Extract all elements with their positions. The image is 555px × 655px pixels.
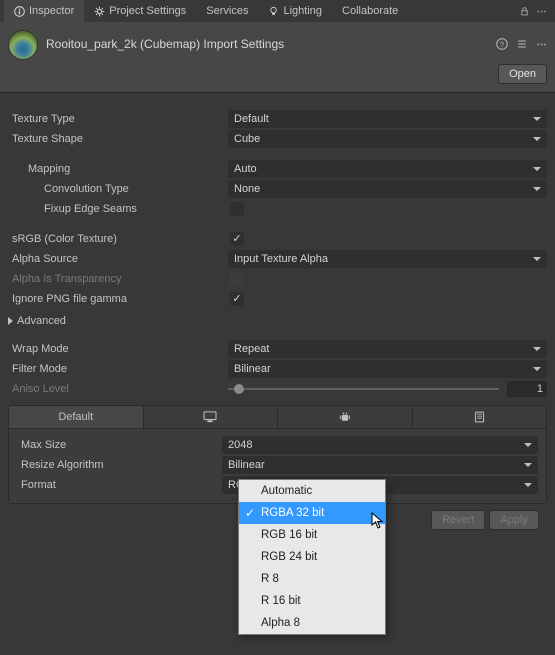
lightbulb-icon [268, 6, 279, 17]
tab-label: Project Settings [109, 5, 186, 17]
dropdown-value: 2048 [228, 439, 252, 451]
menu-item[interactable]: Automatic [239, 480, 385, 502]
tab-inspector[interactable]: Inspector [4, 0, 84, 22]
label-max-size: Max Size [17, 439, 222, 451]
foldout-advanced[interactable]: Advanced [8, 313, 547, 329]
dropdown-convolution[interactable]: None [228, 180, 547, 198]
chevron-right-icon [8, 317, 13, 325]
asset-title: Rooitou_park_2k (Cubemap) Import Setting… [46, 37, 488, 51]
gear-icon [94, 6, 105, 17]
help-icon[interactable]: ? [496, 38, 508, 50]
menu-item[interactable]: RGB 16 bit [239, 524, 385, 546]
label-filter-mode: Filter Mode [8, 363, 228, 375]
tab-collaborate[interactable]: Collaborate [332, 0, 408, 22]
aniso-value[interactable]: 1 [507, 381, 547, 397]
asset-thumbnail [8, 30, 38, 60]
menu-item-label: Automatic [261, 485, 312, 497]
label-alpha-transparency: Alpha Is Transparency [8, 273, 228, 285]
label-aniso: Aniso Level [8, 383, 228, 395]
standalone-icon [203, 411, 217, 423]
menu-item-label: RGB 16 bit [261, 529, 317, 541]
menu-item[interactable]: Alpha 8 [239, 612, 385, 634]
label-convolution: Convolution Type [8, 183, 228, 195]
label-alpha-source: Alpha Source [8, 253, 228, 265]
checkbox-alpha-transparency [230, 272, 244, 286]
webgl-icon [473, 411, 486, 423]
dropdown-wrap-mode[interactable]: Repeat [228, 340, 547, 358]
checkbox-fixup[interactable] [230, 202, 244, 216]
ptab-webgl[interactable] [413, 406, 547, 428]
foldout-label: Advanced [17, 315, 66, 327]
label-texture-shape: Texture Shape [8, 133, 228, 145]
menu-item[interactable]: R 8 [239, 568, 385, 590]
tab-label: Inspector [29, 5, 74, 17]
context-menu-icon[interactable] [536, 6, 547, 17]
label-mapping: Mapping [8, 163, 228, 175]
format-dropdown-menu: Automatic ✓ RGBA 32 bit RGB 16 bit RGB 24 bi… [238, 479, 386, 635]
dropdown-filter-mode[interactable]: Bilinear [228, 360, 547, 378]
dropdown-max-size[interactable]: 2048 [222, 436, 538, 454]
menu-item-label: R 16 bit [261, 595, 301, 607]
apply-button[interactable]: Apply [489, 510, 539, 530]
check-icon: ✓ [245, 506, 255, 520]
dropdown-value: Repeat [234, 343, 269, 355]
label-ignore-png: Ignore PNG file gamma [8, 293, 228, 305]
dropdown-mapping[interactable]: Auto [228, 160, 547, 178]
tab-label: Collaborate [342, 5, 398, 17]
tab-lighting[interactable]: Lighting [258, 0, 332, 22]
menu-item[interactable]: ✓ RGBA 32 bit [239, 502, 385, 524]
context-menu-icon[interactable] [536, 39, 547, 50]
info-icon [14, 6, 25, 17]
slider-thumb[interactable] [234, 384, 244, 394]
ptab-default[interactable]: Default [9, 406, 144, 428]
dropdown-value: Default [234, 113, 269, 125]
menu-item-label: R 8 [261, 573, 279, 585]
dropdown-value: Auto [234, 163, 257, 175]
dropdown-texture-shape[interactable]: Cube [228, 130, 547, 148]
menu-item[interactable]: R 16 bit [239, 590, 385, 612]
label-format: Format [17, 479, 222, 491]
dropdown-value: None [234, 183, 260, 195]
inspector-header: Rooitou_park_2k (Cubemap) Import Setting… [0, 22, 555, 93]
dropdown-texture-type[interactable]: Default [228, 110, 547, 128]
svg-text:?: ? [500, 40, 504, 49]
label-srgb: sRGB (Color Texture) [8, 233, 228, 245]
dropdown-value: Bilinear [234, 363, 271, 375]
editor-tabbar: Inspector Project Settings Services Ligh… [0, 0, 555, 22]
dropdown-resize[interactable]: Bilinear [222, 456, 538, 474]
label-fixup: Fixup Edge Seams [8, 203, 228, 215]
open-button[interactable]: Open [498, 64, 547, 84]
dropdown-value: Input Texture Alpha [234, 253, 328, 265]
tab-project-settings[interactable]: Project Settings [84, 0, 196, 22]
revert-button[interactable]: Revert [431, 510, 485, 530]
menu-item-label: RGB 24 bit [261, 551, 317, 563]
checkbox-srgb[interactable] [230, 232, 244, 246]
lock-icon[interactable] [519, 6, 530, 17]
menu-item-label: RGBA 32 bit [261, 507, 324, 519]
preset-icon[interactable] [516, 38, 528, 50]
ptab-label: Default [58, 411, 93, 423]
menu-item[interactable]: RGB 24 bit [239, 546, 385, 568]
tab-label: Services [206, 5, 248, 17]
slider-track [228, 388, 499, 390]
label-resize: Resize Algorithm [17, 459, 222, 471]
label-texture-type: Texture Type [8, 113, 228, 125]
tab-services[interactable]: Services [196, 0, 258, 22]
android-icon [339, 411, 351, 423]
label-wrap-mode: Wrap Mode [8, 343, 228, 355]
dropdown-alpha-source[interactable]: Input Texture Alpha [228, 250, 547, 268]
tab-label: Lighting [283, 5, 322, 17]
ptab-standalone[interactable] [144, 406, 279, 428]
dropdown-value: Bilinear [228, 459, 265, 471]
slider-aniso[interactable] [228, 382, 499, 396]
checkbox-ignore-png[interactable] [230, 292, 244, 306]
menu-item-label: Alpha 8 [261, 617, 300, 629]
ptab-android[interactable] [278, 406, 413, 428]
dropdown-value: Cube [234, 133, 260, 145]
